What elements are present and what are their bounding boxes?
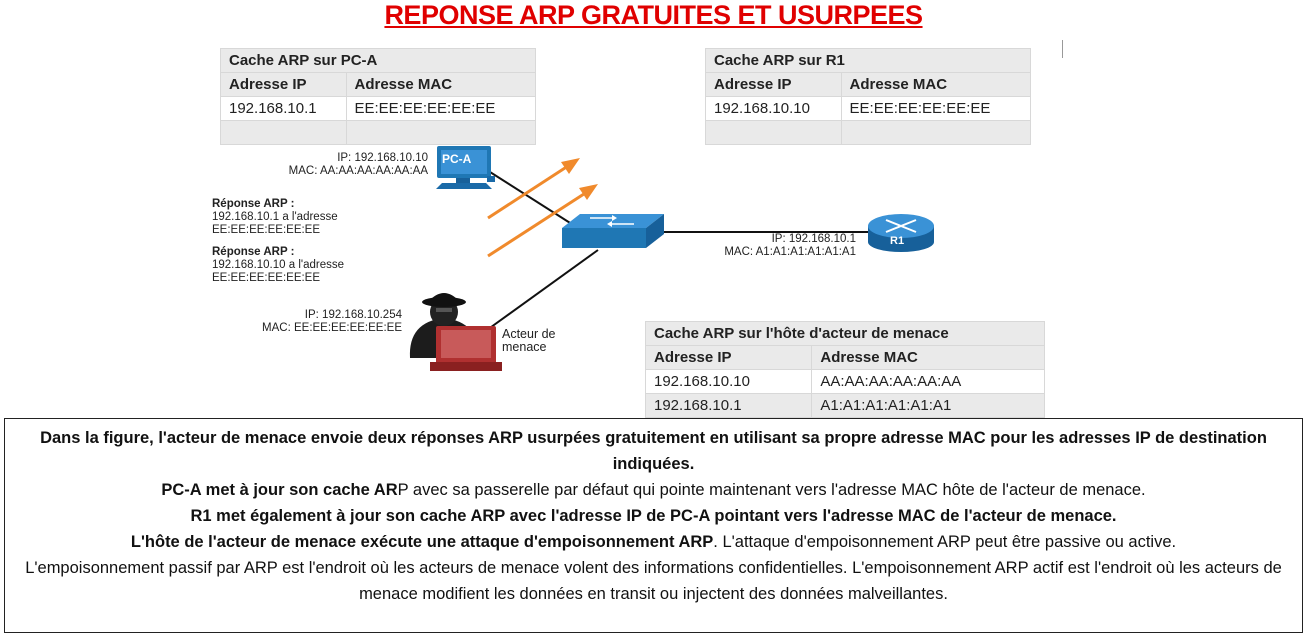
network-diagram <box>409 146 934 371</box>
arp-reply-line: EE:EE:EE:EE:EE:EE <box>212 272 321 284</box>
router-name-badge: R1 <box>890 235 905 247</box>
paragraph-rest: P avec sa passerelle par défaut qui poin… <box>397 481 1146 499</box>
paragraph: PC-A met à jour son cache ARP avec sa pa… <box>5 477 1302 503</box>
paragraph: R1 met également à jour son cache ARP av… <box>190 507 1117 525</box>
arp-reply-line: 192.168.10.1 a l'adresse <box>212 211 338 223</box>
link-pca-switch <box>489 171 579 229</box>
link-switch-attacker <box>486 249 599 331</box>
attacker-mac-label: MAC: EE:EE:EE:EE:EE:EE <box>262 322 402 334</box>
paragraph-bold: PC-A met à jour son cache AR <box>161 481 398 499</box>
paragraph-bold: L'hôte de l'acteur de menace exécute une… <box>130 533 714 551</box>
explanation-box: Dans la figure, l'acteur de menace envoi… <box>4 418 1303 633</box>
r1-ip-label: IP: 192.168.10.1 <box>771 233 856 245</box>
arp-reply-arrow <box>487 158 580 220</box>
arp-reply-heading: Réponse ARP : <box>212 198 295 210</box>
r1-mac-label: MAC: A1:A1:A1:A1:A1:A1 <box>724 246 856 258</box>
pca-mac-label: MAC: AA:AA:AA:AA:AA:AA <box>288 165 428 177</box>
paragraph: L'empoisonnement passif par ARP est l'en… <box>25 559 1282 603</box>
pca-ip-label: IP: 192.168.10.10 <box>337 152 428 164</box>
attacker-label-line1: Acteur de <box>502 327 556 341</box>
pc-name-badge: PC-A <box>442 152 472 166</box>
arp-reply-heading: Réponse ARP : <box>212 246 295 258</box>
arp-reply-line: 192.168.10.10 a l'adresse <box>212 259 344 271</box>
paragraph: Dans la figure, l'acteur de menace envoi… <box>40 429 1267 473</box>
arp-reply-line: EE:EE:EE:EE:EE:EE <box>212 224 321 236</box>
threat-actor-icon <box>409 293 502 371</box>
attacker-label-line2: menace <box>502 340 547 354</box>
attacker-ip-label: IP: 192.168.10.254 <box>304 309 402 321</box>
paragraph: L'hôte de l'acteur de menace exécute une… <box>5 529 1302 555</box>
paragraph-rest: . L'attaque d'empoisonnement ARP peut êt… <box>713 533 1177 551</box>
switch-icon <box>562 214 664 248</box>
